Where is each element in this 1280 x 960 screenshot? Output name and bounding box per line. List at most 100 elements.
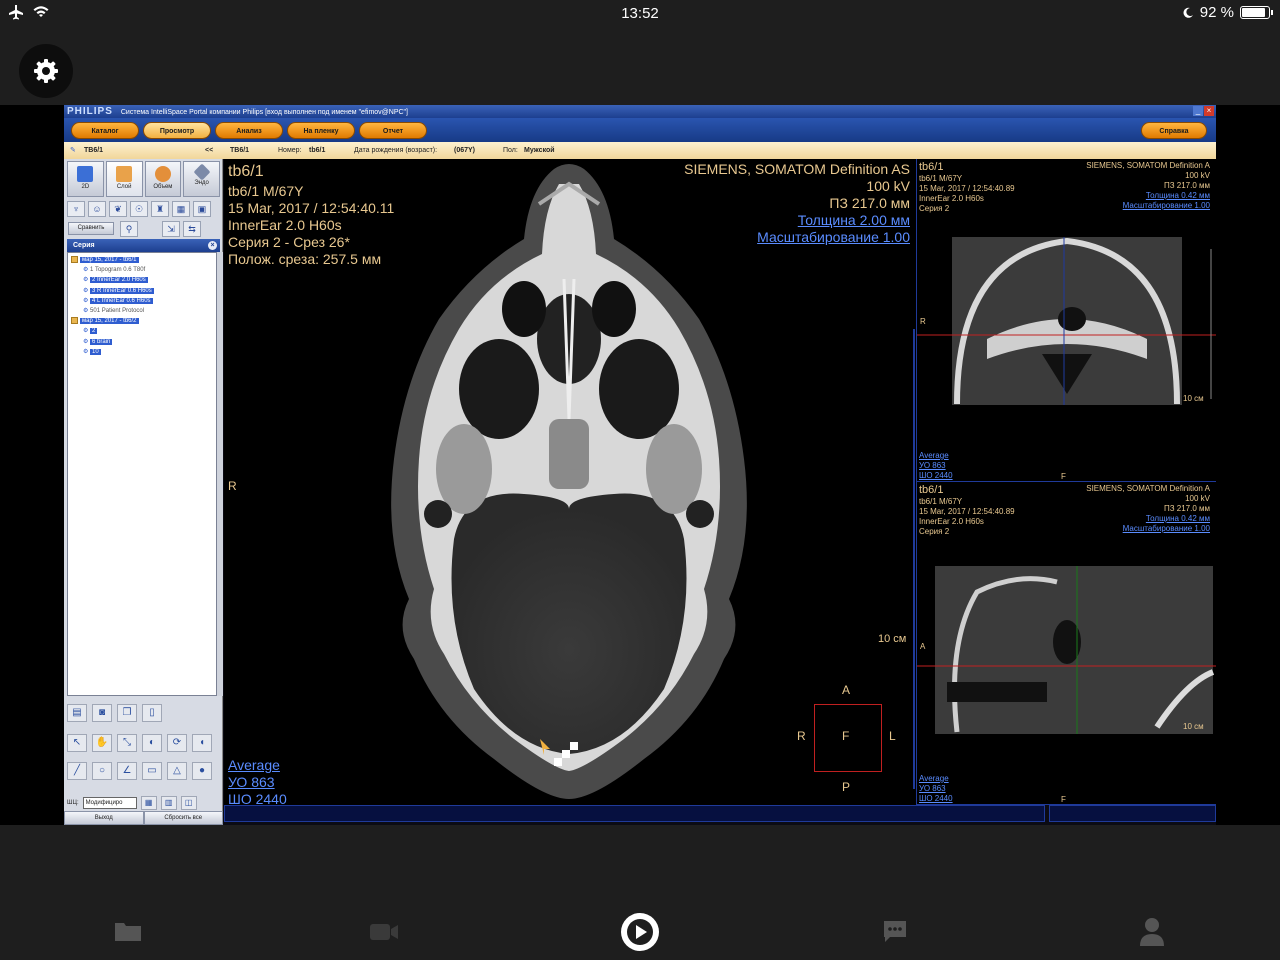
reset-all-button[interactable]: Сбросить все (143, 811, 223, 825)
tree-study-node[interactable]: мар 15, 2017 - tb6/1 (71, 256, 139, 265)
menu-film[interactable]: На пленку (287, 122, 355, 139)
tree-scrollbar[interactable] (217, 252, 223, 696)
coronal-average-link[interactable]: Average (919, 451, 949, 460)
tree-series-node[interactable]: ⚙ 1 Topogram 0.6 T80f (83, 266, 145, 275)
coronal-wl-link[interactable]: УО 863 (919, 461, 946, 470)
folder-icon[interactable] (114, 920, 142, 942)
tab-label: Слой (116, 184, 132, 190)
close-panel-icon[interactable]: × (208, 241, 217, 250)
sagittal-fov: ПЗ 217.0 мм (1163, 504, 1210, 513)
annotation-icon[interactable]: ▭ (142, 762, 162, 780)
menu-analysis[interactable]: Анализ (215, 122, 283, 139)
sagittal-view[interactable]: tb6/1 tb6/1 M/67Y 15 Mar, 2017 / 12:54:4… (917, 482, 1216, 805)
minimize-icon[interactable]: _ (1193, 106, 1203, 116)
tree-series-node[interactable]: ⚙ 3 R InnerEar 0.6 H60s (83, 287, 154, 296)
axial-ct-view[interactable]: tb6/1 tb6/1 M/67Y 15 Mar, 2017 / 12:54:4… (224, 159, 917, 805)
tree-series-node[interactable]: ⚙ 4 L InnerEar 0.6 H60s (83, 297, 153, 306)
exit-button[interactable]: Выход (64, 811, 144, 825)
intellispace-window: PHILIPS Система IntelliSpace Portal комп… (64, 105, 1216, 825)
sex-value: Мужской (524, 147, 555, 154)
compare-button[interactable]: Сравнить (68, 222, 114, 235)
coronal-ww-link[interactable]: ШО 2440 (919, 471, 953, 480)
orientation-f: F (842, 729, 850, 743)
menu-report[interactable]: Отчет (359, 122, 427, 139)
copy-icon[interactable]: ❐ (117, 704, 137, 722)
zoom-icon[interactable]: ⤡ (117, 734, 137, 752)
triangle-icon[interactable]: △ (167, 762, 187, 780)
skull-icon[interactable]: ☉ (130, 201, 148, 217)
window-width-link[interactable]: ШО 2440 (228, 791, 287, 805)
main-horizontal-scrollbar[interactable] (224, 805, 1045, 822)
tree-study-node[interactable]: мар 15, 2017 - tb6/2 (71, 317, 139, 326)
window-level-link[interactable]: УО 863 (228, 774, 275, 791)
sagittal-patient-age: tb6/1 M/67Y (919, 497, 963, 506)
export-icon[interactable]: ⇲ (162, 221, 180, 237)
mpr-side-panels: tb6/1 tb6/1 M/67Y 15 Mar, 2017 / 12:54:4… (917, 159, 1216, 805)
pin-icon[interactable]: ✎ (70, 142, 76, 159)
angle-icon[interactable]: ∠ (117, 762, 137, 780)
tab-slab[interactable]: Слой (105, 161, 143, 197)
sagittal-study-date: 15 Mar, 2017 / 12:54:40.89 (919, 507, 1015, 516)
close-icon[interactable]: × (1204, 106, 1214, 116)
menu-bar: Каталог Просмотр Анализ На пленку Отчет … (64, 118, 1216, 142)
sagittal-scanner: SIEMENS, SOMATOM Definition A (1086, 484, 1210, 493)
tree-series-node[interactable]: ⚙ 2 (83, 327, 98, 336)
filmstrip-icon[interactable]: ▥ (160, 796, 177, 810)
tree-series-node[interactable]: ⚙ 2 InnerEar 2.0 H60s (83, 276, 148, 285)
tab-endo[interactable]: Эндо (183, 161, 220, 197)
rotate-icon[interactable]: ⟳ (167, 734, 187, 752)
sagittal-ww-link[interactable]: ШО 2440 (919, 794, 953, 803)
grid-icon[interactable]: ▦ (140, 796, 157, 810)
sagittal-thickness-link[interactable]: Толщина 0.42 мм (1146, 514, 1210, 523)
save-icon[interactable]: ▤ (67, 704, 87, 722)
eraser-icon[interactable]: ◖ (192, 734, 212, 752)
tree-series-node[interactable]: ⚙ 6 brain (83, 338, 113, 347)
sagittal-wl-link[interactable]: УО 863 (919, 784, 946, 793)
sagittal-zoom-link[interactable]: Масштабирование 1.00 (1123, 524, 1210, 533)
link-icon[interactable]: ⚲ (120, 221, 138, 237)
tree-series-node[interactable]: ⚙ 10 (83, 348, 101, 357)
tab-volume[interactable]: Объем (144, 161, 182, 197)
fit-icon[interactable]: ◫ (180, 796, 197, 810)
average-link[interactable]: Average (228, 757, 280, 774)
pointer-icon[interactable]: ↖ (67, 734, 87, 752)
lungs-icon[interactable]: ♆ (67, 201, 85, 217)
coronal-thickness-link[interactable]: Толщина 0.42 мм (1146, 191, 1210, 200)
help-button[interactable]: Справка (1141, 122, 1207, 139)
menu-view[interactable]: Просмотр (143, 122, 211, 139)
orientation-a: A (842, 683, 851, 697)
coronal-view[interactable]: tb6/1 tb6/1 M/67Y 15 Mar, 2017 / 12:54:4… (917, 159, 1216, 482)
menu-catalog[interactable]: Каталог (71, 122, 139, 139)
collapse-button[interactable]: << (205, 142, 213, 159)
pan-icon[interactable]: ✋ (92, 734, 112, 752)
patient-tab[interactable]: TB6/1 (84, 142, 103, 159)
sagittal-average-link[interactable]: Average (919, 774, 949, 783)
skeleton-icon[interactable]: ♜ (151, 201, 169, 217)
battery-percent: 92 % (1199, 4, 1234, 21)
sync-icon[interactable]: ⇆ (183, 221, 201, 237)
sphere-icon[interactable]: ● (192, 762, 212, 780)
ruler-icon[interactable]: ╱ (67, 762, 87, 780)
book-icon[interactable]: ▯ (142, 704, 162, 722)
head-icon[interactable]: ☺ (88, 201, 106, 217)
side-horizontal-scrollbar[interactable] (1049, 805, 1216, 822)
tab-2d[interactable]: 2D (67, 161, 104, 197)
wl-preset-select[interactable]: Модифициро (82, 797, 137, 809)
orientation-p: P (842, 780, 851, 794)
brain-icon[interactable]: ❦ (109, 201, 127, 217)
tree-node-label: мар 15, 2017 - tb6/2 (80, 318, 139, 325)
chat-icon[interactable] (882, 919, 908, 943)
tree-series-node[interactable]: ⚙ 501 Patient Protocol (83, 307, 144, 316)
layout-icon[interactable]: ▦ (172, 201, 190, 217)
camera-icon[interactable]: ◙ (92, 704, 112, 722)
settings-button[interactable] (19, 44, 73, 98)
person-icon[interactable] (1139, 917, 1165, 947)
window-level-icon[interactable]: ◐ (142, 734, 162, 752)
coronal-zoom-link[interactable]: Масштабирование 1.00 (1123, 201, 1210, 210)
video-icon[interactable] (369, 922, 399, 942)
window-icon[interactable]: ▣ (193, 201, 211, 217)
zoom-link[interactable]: Масштабирование 1.00 (757, 229, 910, 246)
play-icon[interactable] (620, 912, 660, 952)
thickness-link[interactable]: Толщина 2.00 мм (798, 212, 910, 229)
circle-roi-icon[interactable]: ○ (92, 762, 112, 780)
